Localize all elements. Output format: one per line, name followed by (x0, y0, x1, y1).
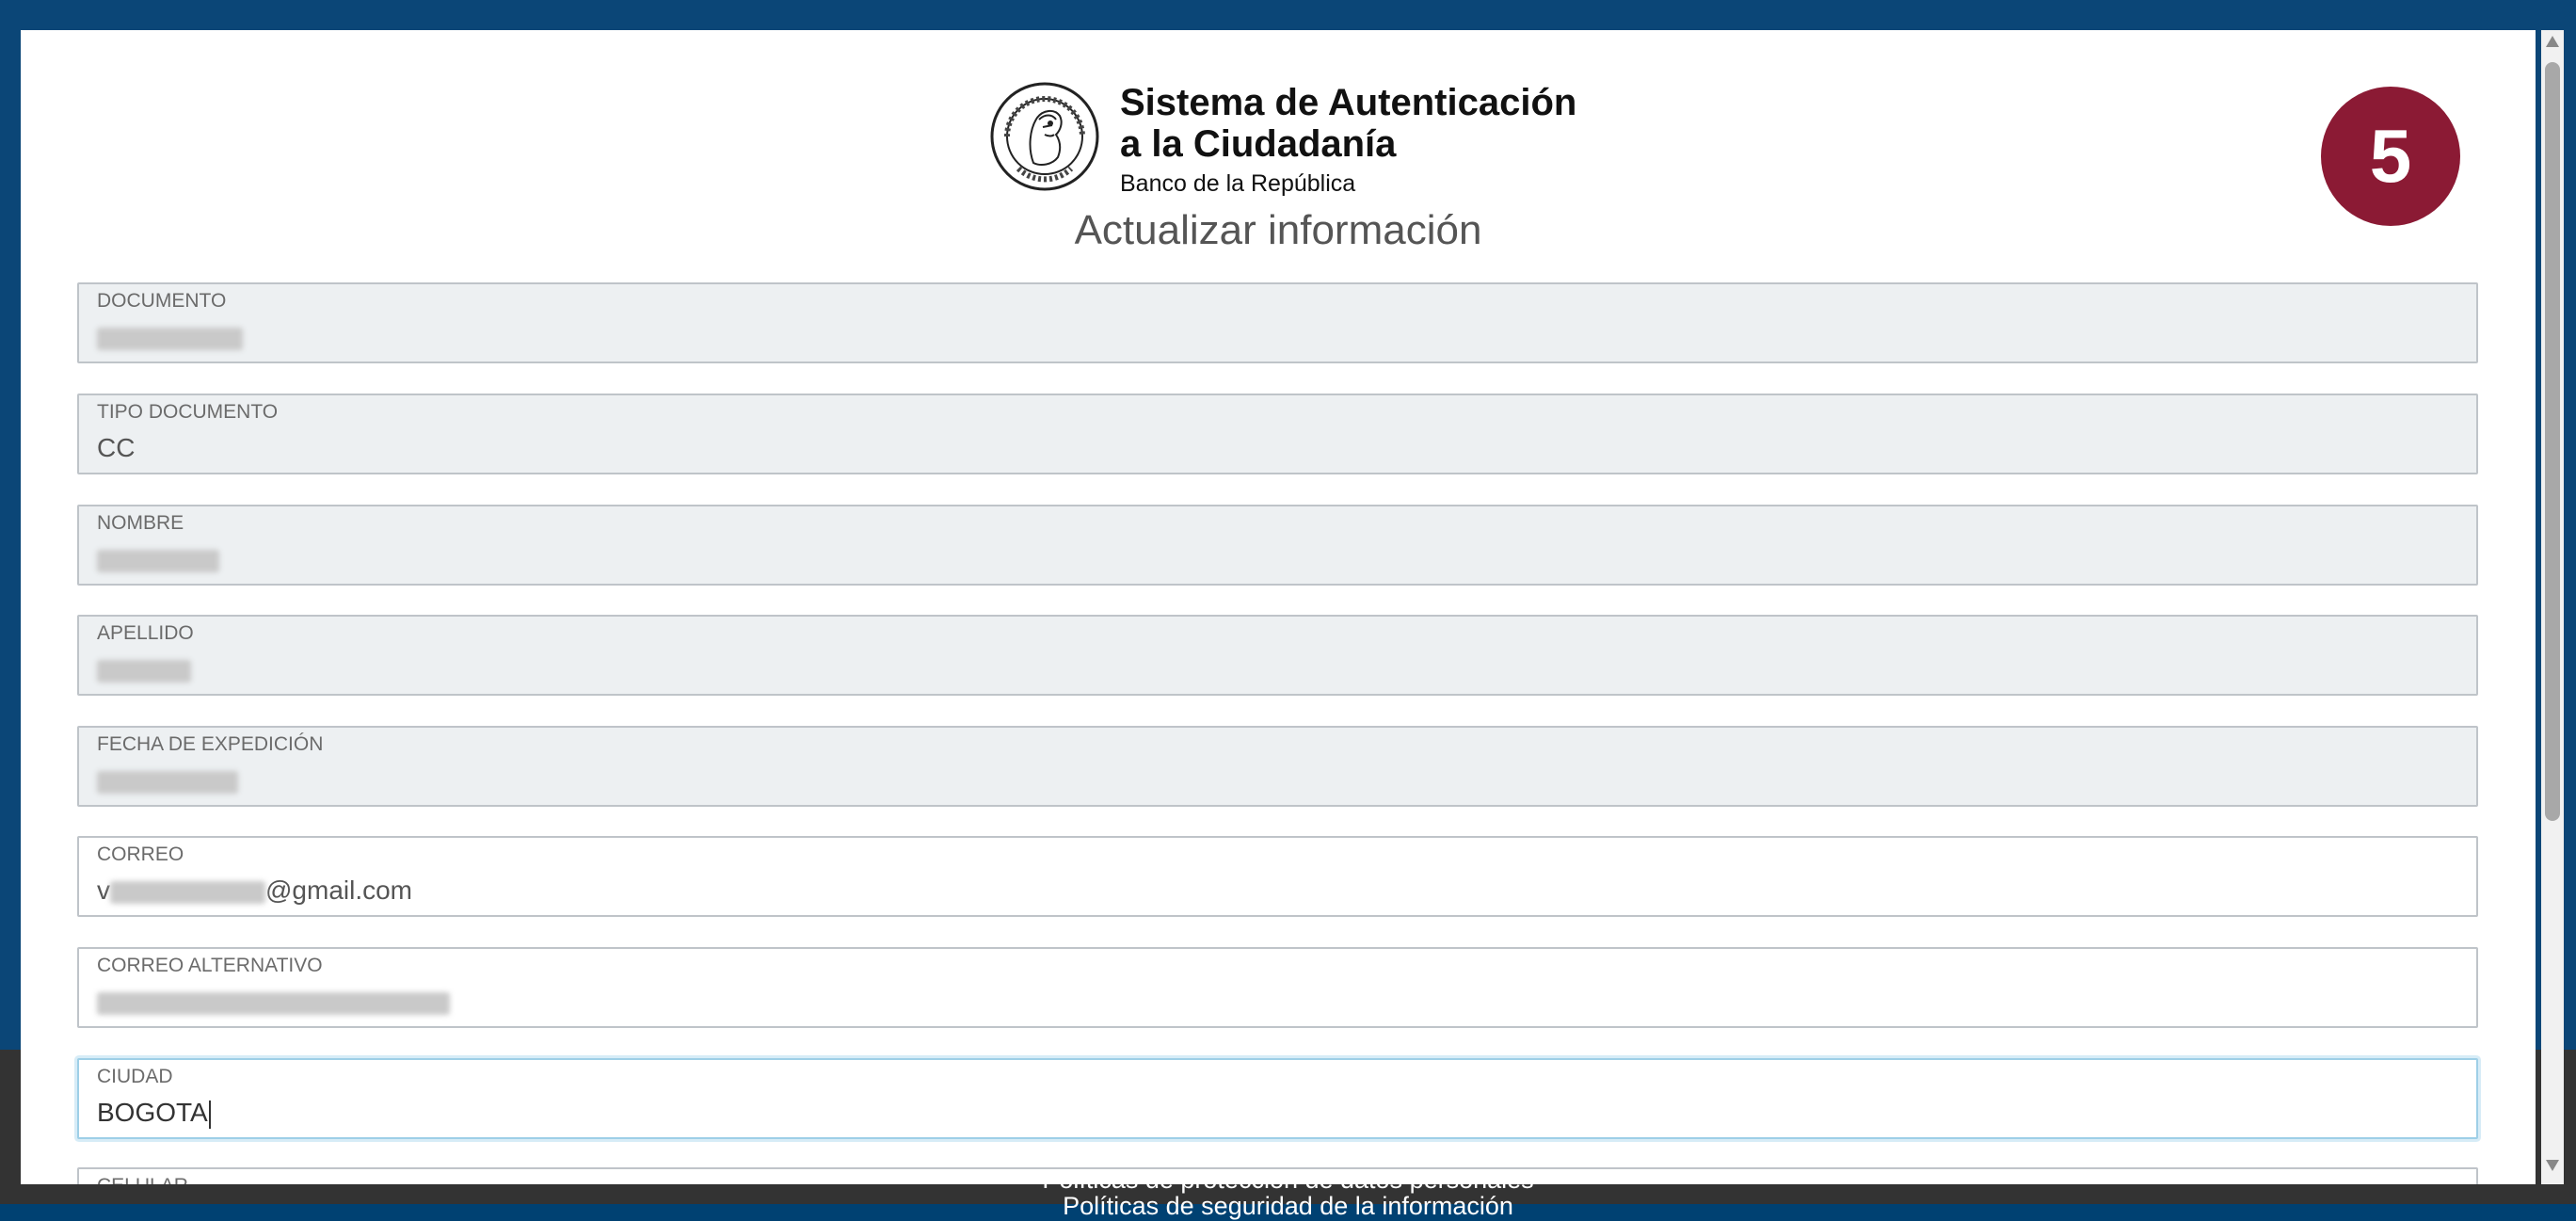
redacted-text (97, 991, 450, 1015)
correo-value: v @gmail.com (97, 876, 412, 906)
ciudad-value: BOGOTA (97, 1098, 211, 1129)
apellido-field[interactable]: APELLIDO (77, 615, 2478, 696)
correo-field[interactable]: CORREO v @gmail.com (77, 836, 2478, 917)
scroll-up-icon[interactable] (2546, 36, 2559, 47)
apellido-label: APELLIDO (97, 622, 194, 644)
correo-value-prefix: v (97, 876, 110, 905)
step-badge: 5 (2321, 87, 2460, 226)
redacted-text (97, 770, 238, 794)
correo-alternativo-label: CORREO ALTERNATIVO (97, 955, 323, 976)
nombre-label: NOMBRE (97, 512, 184, 534)
fecha-expedicion-value (97, 765, 238, 795)
app-title-line1: Sistema de Autenticación (1120, 82, 1577, 123)
fecha-expedicion-label: FECHA DE EXPEDICIÓN (97, 733, 324, 755)
scrollbar-thumb[interactable] (2545, 62, 2560, 821)
app-subtitle: Banco de la República (1120, 170, 1356, 197)
text-caret (208, 1100, 211, 1129)
fecha-expedicion-field[interactable]: FECHA DE EXPEDICIÓN (77, 726, 2478, 807)
tipo-documento-label: TIPO DOCUMENTO (97, 401, 279, 423)
app-title-line2: a la Ciudadanía (1120, 123, 1397, 165)
tipo-documento-field[interactable]: TIPO DOCUMENTO CC (77, 394, 2478, 474)
apellido-value (97, 654, 191, 684)
footer-link-security-policy[interactable]: Políticas de seguridad de la información (0, 1192, 2576, 1221)
tipo-documento-value: CC (97, 433, 136, 462)
ciudad-label: CIUDAD (97, 1066, 173, 1087)
page-title: Actualizar información (1074, 207, 1482, 253)
nombre-value (97, 544, 219, 574)
update-info-modal: Sistema de Autenticación a la Ciudadanía… (21, 30, 2536, 1184)
redacted-text (97, 327, 243, 350)
documento-field[interactable]: DOCUMENTO (77, 282, 2478, 363)
correo-alternativo-field[interactable]: CORREO ALTERNATIVO (77, 947, 2478, 1028)
documento-label: DOCUMENTO (97, 290, 227, 312)
nombre-field[interactable]: NOMBRE (77, 505, 2478, 586)
celular-label: CELULAR (97, 1175, 188, 1184)
ciudad-value-text: BOGOTA (97, 1098, 208, 1127)
documento-value (97, 322, 243, 352)
correo-alternativo-value (97, 987, 450, 1017)
banco-seal-icon (990, 82, 1099, 191)
redacted-text (97, 549, 219, 572)
scroll-down-icon[interactable] (2546, 1160, 2559, 1171)
correo-label: CORREO (97, 843, 184, 865)
scrollbar[interactable] (2541, 30, 2564, 1184)
ciudad-field[interactable]: CIUDAD BOGOTA (77, 1058, 2478, 1139)
redacted-text (97, 659, 191, 683)
redacted-text (110, 880, 265, 904)
celular-field[interactable]: CELULAR (77, 1167, 2478, 1184)
correo-value-suffix: @gmail.com (265, 876, 413, 905)
